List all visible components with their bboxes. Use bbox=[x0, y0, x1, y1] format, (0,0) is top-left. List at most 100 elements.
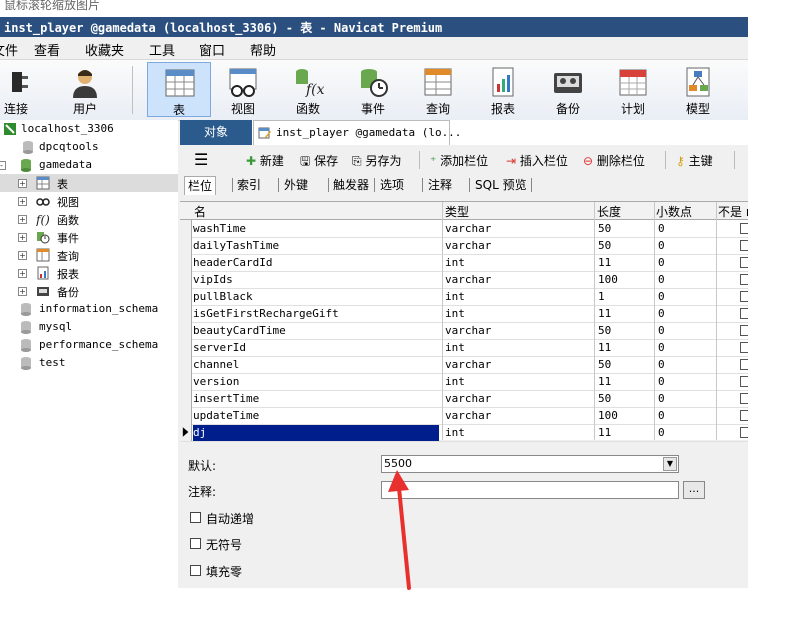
add-field-button[interactable]: ⁺ 添加栏位 bbox=[430, 152, 488, 169]
cell-length[interactable]: 11 bbox=[598, 375, 611, 388]
menu-favorites[interactable]: 收藏夹 bbox=[85, 40, 124, 59]
cell-decimals[interactable]: 0 bbox=[658, 239, 665, 252]
cell-decimals[interactable]: 0 bbox=[658, 273, 665, 286]
row-header[interactable] bbox=[180, 339, 192, 356]
cell-name[interactable]: serverId bbox=[193, 340, 439, 356]
unsigned-checkbox[interactable] bbox=[190, 538, 201, 549]
subtab-comment[interactable]: 注释 bbox=[425, 176, 455, 194]
delete-field-button[interactable]: ⊖ 删除栏位 bbox=[583, 152, 645, 169]
cell-decimals[interactable]: 0 bbox=[658, 358, 665, 371]
menu-tools[interactable]: 工具 bbox=[149, 40, 175, 59]
row-header[interactable] bbox=[180, 390, 192, 407]
cell-length[interactable]: 50 bbox=[598, 239, 611, 252]
cell-length[interactable]: 11 bbox=[598, 256, 611, 269]
table-row[interactable]: vipIds varchar 100 0 bbox=[180, 271, 748, 289]
not-null-checkbox[interactable] bbox=[740, 376, 748, 387]
table-row[interactable]: serverId int 11 0 bbox=[180, 339, 748, 357]
not-null-checkbox[interactable] bbox=[740, 308, 748, 319]
cell-decimals[interactable]: 0 bbox=[658, 426, 665, 439]
table-row[interactable]: washTime varchar 50 0 bbox=[180, 220, 748, 238]
cell-type[interactable]: int bbox=[445, 307, 465, 320]
cell-decimals[interactable]: 0 bbox=[658, 307, 665, 320]
table-row[interactable]: headerCardId int 11 0 bbox=[180, 254, 748, 272]
not-null-checkbox[interactable] bbox=[740, 291, 748, 302]
not-null-checkbox[interactable] bbox=[740, 359, 748, 370]
primary-key-button[interactable]: ⚷ 主键 bbox=[676, 152, 713, 169]
cell-type[interactable]: int bbox=[445, 290, 465, 303]
cell-decimals[interactable]: 0 bbox=[658, 409, 665, 422]
model-button[interactable]: 模型 bbox=[666, 62, 730, 117]
comment-browse-button[interactable]: ... bbox=[683, 481, 705, 499]
table-row[interactable]: isGetFirstRechargeGift int 11 0 bbox=[180, 305, 748, 323]
cell-name[interactable]: channel bbox=[193, 357, 439, 373]
not-null-checkbox[interactable] bbox=[740, 325, 748, 336]
cell-decimals[interactable]: 0 bbox=[658, 256, 665, 269]
row-header[interactable] bbox=[180, 271, 192, 288]
column-header-type[interactable]: 类型 bbox=[445, 203, 469, 220]
table-row[interactable]: version int 11 0 bbox=[180, 373, 748, 391]
menu-file[interactable]: 文件 bbox=[0, 40, 18, 59]
zerofill-checkbox[interactable] bbox=[190, 565, 201, 576]
tree-item-reports[interactable]: + 报表 bbox=[0, 264, 178, 282]
cell-decimals[interactable]: 0 bbox=[658, 324, 665, 337]
tree-database[interactable]: mysql bbox=[0, 318, 178, 336]
insert-field-button[interactable]: ⇥ 插入栏位 bbox=[506, 152, 568, 169]
column-header-not-null[interactable]: 不是 null bbox=[718, 203, 748, 220]
cell-name[interactable]: pullBlack bbox=[193, 289, 439, 305]
expand-toggle[interactable]: + bbox=[18, 269, 27, 278]
cell-length[interactable]: 11 bbox=[598, 307, 611, 320]
column-header-name[interactable]: 名 bbox=[194, 203, 206, 220]
table-row[interactable]: updateTime varchar 100 0 bbox=[180, 407, 748, 425]
row-header[interactable] bbox=[180, 322, 192, 339]
cell-name[interactable]: dj bbox=[193, 425, 439, 441]
new-button[interactable]: ✚ 新建 bbox=[246, 152, 284, 169]
cell-type[interactable]: varchar bbox=[445, 324, 491, 337]
column-header-length[interactable]: 长度 bbox=[597, 203, 621, 220]
cell-type[interactable]: int bbox=[445, 426, 465, 439]
menu-help[interactable]: 帮助 bbox=[250, 40, 276, 59]
not-null-checkbox[interactable] bbox=[740, 410, 748, 421]
cell-type[interactable]: varchar bbox=[445, 358, 491, 371]
default-value-combobox[interactable]: 5500 ▼ bbox=[381, 455, 679, 473]
cell-length[interactable]: 11 bbox=[598, 341, 611, 354]
tab-objects[interactable]: 对象 bbox=[180, 120, 252, 145]
expand-toggle[interactable]: + bbox=[18, 197, 27, 206]
comment-field[interactable] bbox=[381, 481, 679, 499]
not-null-checkbox[interactable] bbox=[740, 240, 748, 251]
cell-type[interactable]: varchar bbox=[445, 239, 491, 252]
schedule-button[interactable]: 计划 bbox=[601, 62, 665, 117]
collapse-toggle[interactable]: - bbox=[0, 161, 6, 170]
save-button[interactable]: 🖫 保存 bbox=[300, 152, 338, 173]
subtab-indexes[interactable]: 索引 bbox=[234, 176, 264, 194]
user-button[interactable]: 用户 bbox=[53, 62, 117, 117]
query-button[interactable]: 查询 bbox=[406, 62, 470, 117]
subtab-foreign-keys[interactable]: 外键 bbox=[281, 176, 311, 194]
cell-length[interactable]: 50 bbox=[598, 222, 611, 235]
tab-table-design[interactable]: inst_player @gamedata (lo... bbox=[253, 120, 461, 145]
expand-toggle[interactable]: + bbox=[18, 233, 27, 242]
subtab-sql-preview[interactable]: SQL 预览 bbox=[472, 176, 530, 194]
tree-database[interactable]: test bbox=[0, 354, 178, 372]
tree-item-queries[interactable]: + 查询 bbox=[0, 246, 178, 264]
menu-window[interactable]: 窗口 bbox=[199, 40, 225, 59]
cell-type[interactable]: varchar bbox=[445, 392, 491, 405]
table-button[interactable]: 表 bbox=[147, 62, 211, 117]
connect-button[interactable]: 连接 bbox=[0, 62, 48, 117]
cell-type[interactable]: int bbox=[445, 256, 465, 269]
cell-length[interactable]: 50 bbox=[598, 392, 611, 405]
not-null-checkbox[interactable] bbox=[740, 223, 748, 234]
cell-name[interactable]: version bbox=[193, 374, 439, 390]
row-header[interactable] bbox=[180, 356, 192, 373]
cell-name[interactable]: beautyCardTime bbox=[193, 323, 439, 339]
save-as-button[interactable]: ⎘ 另存为 bbox=[352, 152, 401, 169]
cell-type[interactable]: int bbox=[445, 375, 465, 388]
table-row[interactable]: dailyTashTime varchar 50 0 bbox=[180, 237, 748, 255]
cell-length[interactable]: 100 bbox=[598, 409, 618, 422]
table-row[interactable]: pullBlack int 1 0 bbox=[180, 288, 748, 306]
row-header[interactable] bbox=[180, 305, 192, 322]
cell-name[interactable]: vipIds bbox=[193, 272, 439, 288]
function-button[interactable]: f(x) 函数 bbox=[276, 62, 340, 117]
report-button[interactable]: 报表 bbox=[471, 62, 535, 117]
tree-database[interactable]: information_schema bbox=[0, 300, 178, 318]
auto-increment-checkbox[interactable] bbox=[190, 512, 201, 523]
